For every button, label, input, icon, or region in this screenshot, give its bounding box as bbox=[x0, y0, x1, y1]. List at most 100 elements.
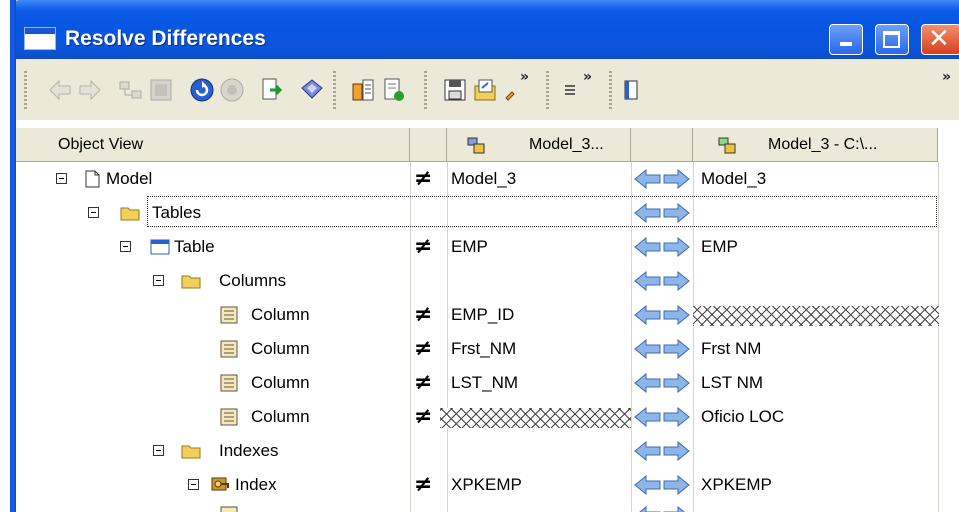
tree-node-label: Model bbox=[106, 169, 153, 188]
table-row[interactable]: Model ≠ Model_3 Model_3 bbox=[0, 162, 959, 196]
table-row-partial bbox=[0, 502, 959, 512]
forward-arrow-icon[interactable] bbox=[76, 76, 104, 104]
left-value: XPKEMP bbox=[451, 475, 522, 494]
header-object-view[interactable]: Object View bbox=[36, 128, 410, 162]
tree-node-label: Column bbox=[251, 407, 310, 426]
table-row[interactable]: Column ≠ Frst_NM Frst NM bbox=[0, 332, 959, 366]
panel-icon[interactable] bbox=[622, 76, 640, 104]
resolve-arrows-icon[interactable] bbox=[634, 373, 690, 393]
tree-node-label: Column bbox=[251, 373, 310, 392]
not-equal-icon: ≠ bbox=[414, 302, 433, 327]
toolbar-grip[interactable] bbox=[24, 71, 27, 109]
toolbar-grip[interactable] bbox=[609, 71, 612, 109]
model-icon bbox=[718, 137, 736, 154]
toolbar-overflow-chevron[interactable]: » bbox=[583, 69, 592, 85]
resolve-arrows-icon[interactable] bbox=[634, 271, 690, 291]
toolbar-grip[interactable] bbox=[424, 71, 427, 109]
toolbar: » » » bbox=[16, 59, 959, 121]
toolbar-overflow-chevron[interactable]: » bbox=[520, 69, 529, 85]
resolve-arrows-icon[interactable] bbox=[634, 203, 690, 223]
not-equal-icon: ≠ bbox=[414, 234, 433, 259]
stop-icon[interactable] bbox=[218, 76, 246, 104]
missing-value-hatch bbox=[693, 306, 939, 326]
column-icon bbox=[220, 340, 238, 358]
close-button[interactable]: ✕ bbox=[921, 24, 959, 55]
minimize-button[interactable] bbox=[829, 24, 863, 55]
collapse-toggle[interactable] bbox=[120, 241, 131, 252]
window-icon bbox=[24, 27, 56, 50]
right-value: Model_3 bbox=[701, 169, 767, 188]
toolbar-overflow-chevron[interactable]: » bbox=[942, 69, 951, 85]
resolve-arrows-icon bbox=[639, 506, 685, 512]
table-row[interactable]: Indexes bbox=[0, 434, 959, 468]
back-arrow-icon[interactable] bbox=[46, 76, 74, 104]
collapse-toggle[interactable] bbox=[56, 173, 67, 184]
tree-node-label: Columns bbox=[219, 271, 287, 290]
header-right-model-label: Model_3 - C:\... bbox=[768, 136, 878, 153]
tree-node-label: Tables bbox=[152, 203, 202, 222]
column-icon bbox=[220, 408, 238, 426]
left-value: LST_NM bbox=[451, 373, 519, 392]
resolve-arrows-icon[interactable] bbox=[634, 169, 690, 189]
maximize-button[interactable] bbox=[875, 24, 909, 55]
tree-node-label: Indexes bbox=[219, 441, 279, 460]
right-value: EMP bbox=[701, 237, 738, 256]
table-row[interactable]: Tables bbox=[0, 196, 959, 230]
toolbar-grip[interactable] bbox=[333, 71, 336, 109]
header-arrow-spacer bbox=[631, 128, 693, 162]
folder-icon bbox=[181, 445, 201, 459]
highlighter-icon[interactable] bbox=[502, 76, 518, 104]
resolve-arrows-icon[interactable] bbox=[634, 407, 690, 427]
table-row[interactable]: Column ≠ EMP_ID bbox=[0, 298, 959, 332]
index-key-icon bbox=[211, 477, 229, 491]
left-value: EMP_ID bbox=[451, 305, 515, 324]
right-value: Frst NM bbox=[701, 339, 762, 358]
right-value: XPKEMP bbox=[701, 475, 772, 494]
right-value: LST NM bbox=[701, 373, 764, 392]
list-icon[interactable] bbox=[561, 76, 581, 104]
resolve-arrows-icon[interactable] bbox=[634, 441, 690, 461]
title-bar[interactable]: Resolve Differences ✕ bbox=[10, 0, 959, 59]
window-title: Resolve Differences bbox=[65, 27, 266, 50]
table-row[interactable]: Index ≠ XPKEMP XPKEMP bbox=[0, 468, 959, 502]
toolbar-grip[interactable] bbox=[546, 71, 549, 109]
header-diff-spacer bbox=[410, 128, 447, 162]
properties-icon[interactable] bbox=[298, 76, 326, 104]
save-icon[interactable] bbox=[441, 76, 469, 104]
header-left-model[interactable]: Model_3... bbox=[447, 128, 631, 162]
table-row[interactable]: Column ≠ Oficio LOC bbox=[0, 400, 959, 434]
collapse-tree-icon[interactable] bbox=[117, 76, 145, 104]
table-row[interactable]: Column ≠ LST_NM LST NM bbox=[0, 366, 959, 400]
export-icon[interactable] bbox=[380, 76, 408, 104]
missing-value-hatch bbox=[440, 408, 631, 428]
expand-tree-icon[interactable] bbox=[147, 76, 175, 104]
document-icon bbox=[85, 170, 100, 188]
resolve-arrows-icon[interactable] bbox=[634, 237, 690, 257]
folder-icon bbox=[120, 207, 140, 221]
tree-node-label: Column bbox=[251, 339, 310, 358]
resolve-arrows-icon[interactable] bbox=[634, 305, 690, 325]
close-icon: ✕ bbox=[928, 24, 950, 54]
header-gutter bbox=[16, 128, 36, 162]
not-equal-icon: ≠ bbox=[414, 472, 433, 497]
open-file-icon[interactable] bbox=[471, 76, 499, 104]
table-row[interactable]: Columns bbox=[0, 264, 959, 298]
table-row[interactable]: Table ≠ EMP EMP bbox=[0, 230, 959, 264]
collapse-toggle[interactable] bbox=[153, 445, 164, 456]
import-icon[interactable] bbox=[258, 76, 286, 104]
resolve-arrows-icon[interactable] bbox=[634, 475, 690, 495]
header-left-model-label: Model_3... bbox=[529, 136, 604, 153]
refresh-icon[interactable] bbox=[188, 76, 216, 104]
not-equal-icon: ≠ bbox=[414, 404, 433, 429]
resolve-arrows-icon[interactable] bbox=[634, 339, 690, 359]
left-value: Model_3 bbox=[451, 169, 517, 188]
collapse-toggle[interactable] bbox=[88, 207, 99, 218]
tree-node-label: Index bbox=[235, 475, 277, 494]
tree-node-label: Column bbox=[251, 305, 310, 324]
collapse-toggle[interactable] bbox=[153, 275, 164, 286]
collapse-toggle[interactable] bbox=[188, 479, 199, 490]
report-icon[interactable] bbox=[349, 76, 377, 104]
header-right-model[interactable]: Model_3 - C:\... bbox=[693, 128, 938, 162]
column-icon bbox=[220, 374, 238, 392]
folder-icon bbox=[181, 275, 201, 289]
